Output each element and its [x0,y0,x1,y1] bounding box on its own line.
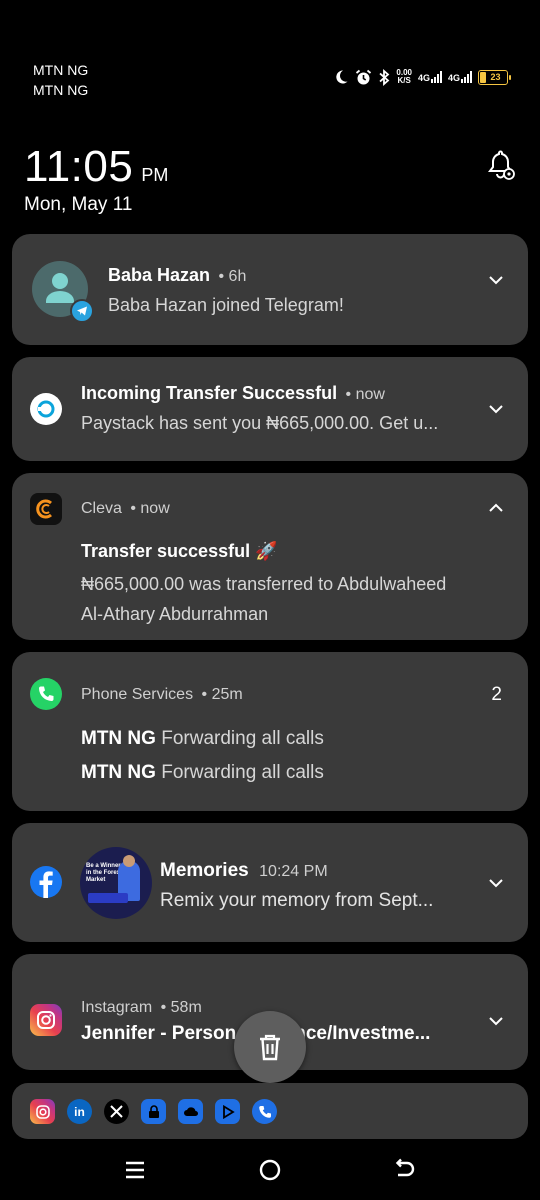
notification-body-start: Jennifer - Person [81,1023,237,1044]
carrier-labels: MTN NG MTN NG [33,60,88,100]
notification-telegram[interactable]: Baba Hazan • 6h Baba Hazan joined Telegr… [12,234,528,345]
thumbnail-text: in the Forex [86,870,121,876]
expand-chevron-icon[interactable] [486,270,506,290]
notification-paystack[interactable]: Incoming Transfer Successful • now Payst… [12,357,528,461]
status-icons: 0.00 K/S 4G 4G 23 [333,66,511,88]
notification-time: 10:24 PM [259,863,328,880]
notification-settings-icon[interactable] [486,150,516,182]
recent-apps-button[interactable] [122,1157,148,1183]
alarm-icon [355,69,372,86]
notification-time: • 25m [201,686,243,703]
notification-time: • 6h [218,268,247,285]
network-speed: 0.00 K/S [396,69,412,85]
notification-time: • 58m [160,999,202,1016]
back-button[interactable] [392,1157,418,1183]
expand-chevron-icon[interactable] [486,873,506,893]
notification-header: Cleva • now [81,500,170,518]
phone-icon [30,678,62,710]
bluetooth-icon [378,68,390,86]
lockscreen-clock: 11:05 PM [24,142,168,192]
thumbnail-text: Be a Winner [86,863,121,869]
sim1-network: 4G [417,73,430,83]
clear-all-button[interactable] [234,1011,306,1083]
trash-icon [260,1034,280,1061]
lockscreen-date: Mon, May 11 [24,194,133,215]
list-item: MTN NG Forwarding all calls [81,762,324,784]
thumbnail-text: Market [86,877,106,883]
telegram-badge-icon [70,299,94,323]
battery-level: 23 [490,72,501,82]
carrier-1: MTN NG [33,62,89,78]
collapse-chevron-icon[interactable] [486,498,506,518]
menu-icon [126,1161,144,1179]
notification-header: Phone Services • 25m [81,686,243,704]
notification-header: Instagram • 58m [81,999,202,1017]
navigation-bar [0,1145,540,1195]
lock-app-icon [141,1099,166,1124]
clock-time: 11:05 [24,142,134,191]
paystack-icon [30,393,62,425]
notification-count: 2 [491,684,502,705]
notification-header: Baba Hazan • 6h [108,265,246,286]
overflow-notifications-row[interactable]: in [12,1083,528,1139]
google-play-icon [215,1099,240,1124]
notification-body: Baba Hazan joined Telegram! [108,295,344,315]
cloud-app-icon [178,1099,203,1124]
notification-cleva[interactable]: Cleva • now Transfer successful 🚀 ₦665,0… [12,473,528,640]
message-text: Forwarding all calls [161,762,324,783]
instagram-icon [30,1099,55,1124]
notification-title: Baba Hazan [108,265,211,285]
back-icon [395,1158,415,1177]
message-sender: MTN NG [81,762,156,783]
phone-call-app-icon [252,1099,277,1124]
message-sender: MTN NG [81,728,156,749]
notification-body-line-1: ₦665,000.00 was transferred to Abdulwahe… [81,574,447,594]
expand-chevron-icon[interactable] [486,1011,506,1031]
sim2-network: 4G [447,73,460,83]
notification-facebook[interactable]: Be a Winner in the Forex Market Memories… [12,823,528,942]
dnd-moon-icon [333,69,349,85]
x-icon [104,1099,129,1124]
sim1-signal-icon: 4G [418,71,442,83]
app-name: Phone Services [81,686,194,703]
home-circle-icon [259,1159,281,1181]
net-speed-unit: K/S [397,76,411,85]
app-name: Cleva [81,500,122,517]
notification-time: • now [130,500,170,517]
notification-title: Incoming Transfer Successful [81,383,338,403]
sim2-signal-icon: 4G [448,71,472,83]
battery-icon: 23 [478,69,511,85]
facebook-icon [30,866,62,898]
notification-title: Transfer successful 🚀 [81,541,278,561]
message-text: Forwarding all calls [161,728,324,749]
notification-body-line-2: Al-Athary Abdurrahman [81,604,269,624]
notification-phone-services[interactable]: Phone Services • 25m 2 MTN NG Forwarding… [12,652,528,811]
notification-header: Incoming Transfer Successful • now [81,383,385,404]
linkedin-icon: in [67,1099,92,1124]
cleva-icon [30,493,62,525]
clock-ampm: PM [141,165,169,185]
list-item: MTN NG Forwarding all calls [81,728,324,750]
notification-time: • now [345,386,385,403]
contact-avatar [32,261,94,323]
notification-body-end: nce/Investme... [294,1023,431,1044]
notification-body: Paystack has sent you ₦665,000.00. Get u… [81,413,439,433]
expand-chevron-icon[interactable] [486,399,506,419]
memory-thumbnail: Be a Winner in the Forex Market [80,847,152,919]
notification-body: Remix your memory from Sept... [160,890,434,911]
home-button[interactable] [257,1157,283,1183]
instagram-icon [30,1004,62,1036]
notification-header: Memories 10:24 PM [160,860,328,882]
notification-title: Memories [160,860,249,881]
app-name: Instagram [81,999,153,1016]
carrier-2: MTN NG [33,82,89,98]
